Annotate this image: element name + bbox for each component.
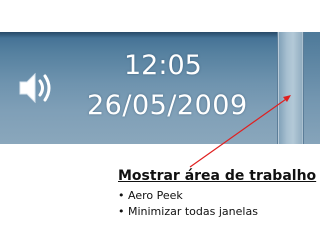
show-desktop-button[interactable]	[277, 32, 304, 144]
speaker-volume-icon[interactable]	[16, 68, 60, 108]
callout-bullet-minimize-all: • Minimizar todas janelas	[118, 205, 258, 218]
clock-time[interactable]: 12:05	[124, 50, 202, 81]
taskbar-edge	[304, 32, 320, 144]
callout-title: Mostrar área de trabalho	[118, 168, 317, 184]
callout-bullet-aero-peek: • Aero Peek	[118, 189, 183, 202]
clock-date[interactable]: 26/05/2009	[87, 90, 248, 121]
